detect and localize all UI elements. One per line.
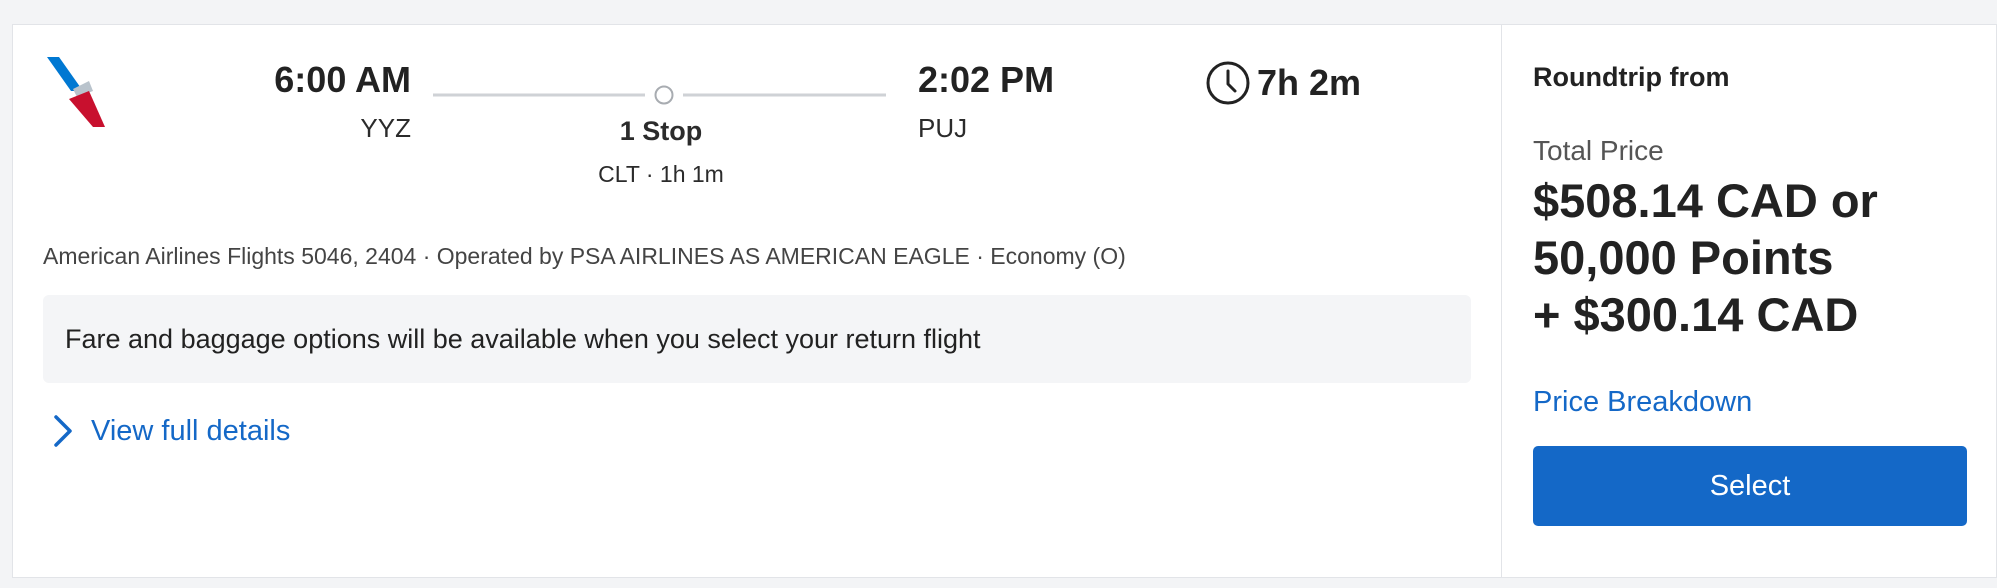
stop-detail: CLT · 1h 1m bbox=[598, 161, 724, 187]
american-airlines-logo-icon bbox=[43, 55, 119, 131]
duration-text: 7h 2m bbox=[1257, 62, 1362, 103]
route-line bbox=[433, 85, 886, 105]
departure-airport: YYZ bbox=[360, 113, 411, 143]
flight-info: American Airlines Flights 5046, 2404 · O… bbox=[43, 243, 1126, 269]
price-line: + $300.14 CAD bbox=[1533, 288, 1859, 341]
stops-label: 1 Stop bbox=[619, 116, 703, 146]
flight-summary: 6:00 AM YYZ 1 Stop CLT · 1h 1m 2:02 PM P… bbox=[13, 25, 1501, 577]
clock-icon bbox=[1206, 61, 1250, 105]
view-full-details-label: View full details bbox=[91, 414, 291, 447]
departure-time: 6:00 AM bbox=[274, 59, 411, 100]
chevron-right-icon bbox=[54, 415, 72, 447]
arrival-time: 2:02 PM bbox=[918, 59, 1055, 100]
roundtrip-label: Roundtrip from bbox=[1533, 62, 1730, 92]
select-button[interactable]: Select bbox=[1533, 446, 1967, 526]
arrival-airport: PUJ bbox=[918, 113, 968, 143]
pricing-panel: Roundtrip from Total Price $508.14 CAD o… bbox=[1501, 25, 1997, 577]
price-breakdown-link[interactable]: Price Breakdown bbox=[1533, 386, 1752, 419]
stop-marker-icon bbox=[654, 85, 674, 105]
flight-duration: 7h 2m bbox=[1205, 59, 1361, 107]
flight-result-card: 6:00 AM YYZ 1 Stop CLT · 1h 1m 2:02 PM P… bbox=[12, 24, 1997, 578]
total-price-label: Total Price bbox=[1533, 135, 1664, 166]
price-line: $508.14 CAD or bbox=[1533, 174, 1878, 227]
price-line: 50,000 Points bbox=[1533, 231, 1834, 284]
view-full-details-link[interactable]: View full details bbox=[51, 409, 290, 453]
fare-notice-text: Fare and baggage options will be availab… bbox=[65, 323, 981, 354]
fare-notice-box: Fare and baggage options will be availab… bbox=[43, 295, 1471, 383]
